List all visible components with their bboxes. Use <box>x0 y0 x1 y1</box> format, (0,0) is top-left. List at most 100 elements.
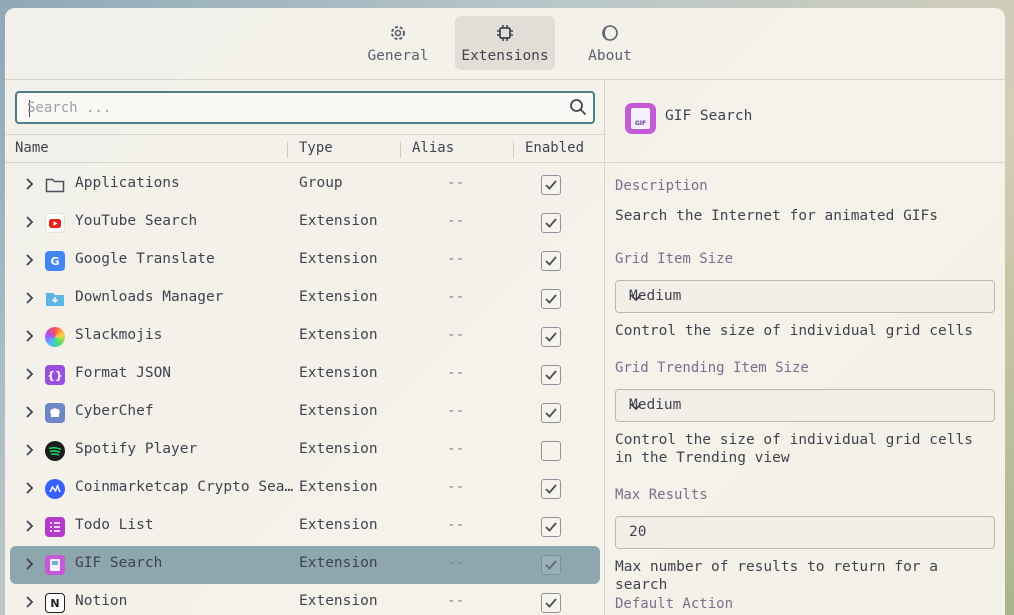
enabled-checkbox[interactable] <box>541 251 561 271</box>
row-type: Extension <box>299 517 378 533</box>
coinmarketcap-icon <box>45 479 65 499</box>
column-alias[interactable]: Alias <box>412 140 454 156</box>
grid-trending-item-size-select[interactable]: Medium <box>615 389 995 422</box>
table-row[interactable]: N Notion Extension -- <box>5 584 604 615</box>
row-name: Slackmojis <box>75 327 163 343</box>
enabled-checkbox[interactable] <box>541 213 561 233</box>
max-results-value: 20 <box>629 524 647 540</box>
chevron-right-icon[interactable] <box>25 405 35 423</box>
enabled-checkbox[interactable] <box>541 555 561 575</box>
party-parrot-icon <box>45 327 65 347</box>
gif-icon: GIF <box>625 103 656 134</box>
tab-bar: General Extensions About <box>5 8 1005 80</box>
checklist-icon <box>45 517 65 537</box>
tab-about-label: About <box>588 48 632 64</box>
chevron-right-icon[interactable] <box>25 443 35 461</box>
table-row[interactable]: {} Format JSON Extension -- <box>5 356 604 394</box>
chevron-right-icon[interactable] <box>25 177 35 195</box>
row-name: Notion <box>75 593 128 609</box>
youtube-icon <box>45 213 65 233</box>
column-divider[interactable] <box>513 141 514 158</box>
search-box[interactable] <box>15 91 595 124</box>
row-alias[interactable]: -- <box>447 251 464 267</box>
chevron-right-icon[interactable] <box>25 595 35 613</box>
description-label: Description <box>615 178 708 194</box>
table-row[interactable]: CyberChef Extension -- <box>5 394 604 432</box>
enabled-checkbox[interactable] <box>541 365 561 385</box>
enabled-checkbox[interactable] <box>541 327 561 347</box>
enabled-checkbox[interactable] <box>541 289 561 309</box>
table-row[interactable]: Coinmarketcap Crypto Sea… Extension -- <box>5 470 604 508</box>
row-alias[interactable]: -- <box>447 289 464 305</box>
row-alias[interactable]: -- <box>447 593 464 609</box>
table-row[interactable]: Spotify Player Extension -- <box>5 432 604 470</box>
row-alias[interactable]: -- <box>447 441 464 457</box>
chip-icon <box>495 22 515 44</box>
row-type: Extension <box>299 403 378 419</box>
row-type: Extension <box>299 251 378 267</box>
row-alias[interactable]: -- <box>447 365 464 381</box>
row-alias[interactable]: -- <box>447 517 464 533</box>
row-name: Todo List <box>75 517 154 533</box>
chevron-right-icon[interactable] <box>25 557 35 575</box>
row-alias[interactable]: -- <box>447 213 464 229</box>
table-row[interactable]: YouTube Search Extension -- <box>5 204 604 242</box>
row-type: Extension <box>299 327 378 343</box>
detail-header: GIF GIF Search <box>605 80 1005 163</box>
extensions-table: Applications Group -- YouTube Search Ext… <box>5 166 604 615</box>
column-name[interactable]: Name <box>15 140 49 156</box>
table-row[interactable]: Downloads Manager Extension -- <box>5 280 604 318</box>
row-type: Extension <box>299 365 378 381</box>
enabled-checkbox[interactable] <box>541 593 561 613</box>
column-enabled[interactable]: Enabled <box>525 140 584 156</box>
chevron-right-icon[interactable] <box>25 481 35 499</box>
chevron-right-icon[interactable] <box>25 291 35 309</box>
chevron-right-icon[interactable] <box>25 367 35 385</box>
row-name: Applications <box>75 175 180 191</box>
row-alias[interactable]: -- <box>447 479 464 495</box>
table-row[interactable]: Slackmojis Extension -- <box>5 318 604 356</box>
table-row-selected[interactable]: GIF Search Extension -- <box>10 546 600 584</box>
tab-general-label: General <box>367 48 429 64</box>
row-alias[interactable]: -- <box>447 175 464 191</box>
enabled-checkbox[interactable] <box>541 479 561 499</box>
extension-detail-pane: GIF GIF Search Description Search the In… <box>604 80 1005 615</box>
search-icon[interactable] <box>569 98 587 120</box>
chevron-down-icon <box>629 291 984 307</box>
row-name: YouTube Search <box>75 213 198 229</box>
row-alias[interactable]: -- <box>447 327 464 343</box>
tab-extensions[interactable]: Extensions <box>455 16 555 70</box>
column-divider[interactable] <box>287 141 288 158</box>
chevron-right-icon[interactable] <box>25 215 35 233</box>
chevron-right-icon[interactable] <box>25 519 35 537</box>
tab-about[interactable]: About <box>578 16 642 70</box>
enabled-checkbox[interactable] <box>541 441 561 461</box>
table-header: Name Type Alias Enabled <box>5 134 604 163</box>
max-results-input[interactable]: 20 <box>615 516 995 549</box>
column-divider[interactable] <box>400 141 401 158</box>
extensions-list-pane: Name Type Alias Enabled Applications Gro… <box>5 80 604 615</box>
row-name: Downloads Manager <box>75 289 224 305</box>
detail-title: GIF Search <box>665 108 753 124</box>
row-alias[interactable]: -- <box>447 555 464 571</box>
chevron-right-icon[interactable] <box>25 329 35 347</box>
enabled-checkbox[interactable] <box>541 403 561 423</box>
search-input[interactable] <box>27 97 557 118</box>
row-alias[interactable]: -- <box>447 403 464 419</box>
grid-trending-item-size-label: Grid Trending Item Size <box>615 360 809 376</box>
chevron-right-icon[interactable] <box>25 253 35 271</box>
grid-item-size-select[interactable]: Medium <box>615 280 995 313</box>
folder-icon <box>45 175 65 195</box>
row-name: Coinmarketcap Crypto Sea… <box>75 479 294 495</box>
enabled-checkbox[interactable] <box>541 175 561 195</box>
tab-general[interactable]: General <box>360 16 436 70</box>
row-name: CyberChef <box>75 403 154 419</box>
enabled-checkbox[interactable] <box>541 517 561 537</box>
table-row[interactable]: G Google Translate Extension -- <box>5 242 604 280</box>
tab-extensions-label: Extensions <box>461 48 549 64</box>
download-folder-icon <box>45 289 65 309</box>
table-row[interactable]: Todo List Extension -- <box>5 508 604 546</box>
row-name: Format JSON <box>75 365 172 381</box>
column-type[interactable]: Type <box>299 140 333 156</box>
table-row[interactable]: Applications Group -- <box>5 166 604 204</box>
